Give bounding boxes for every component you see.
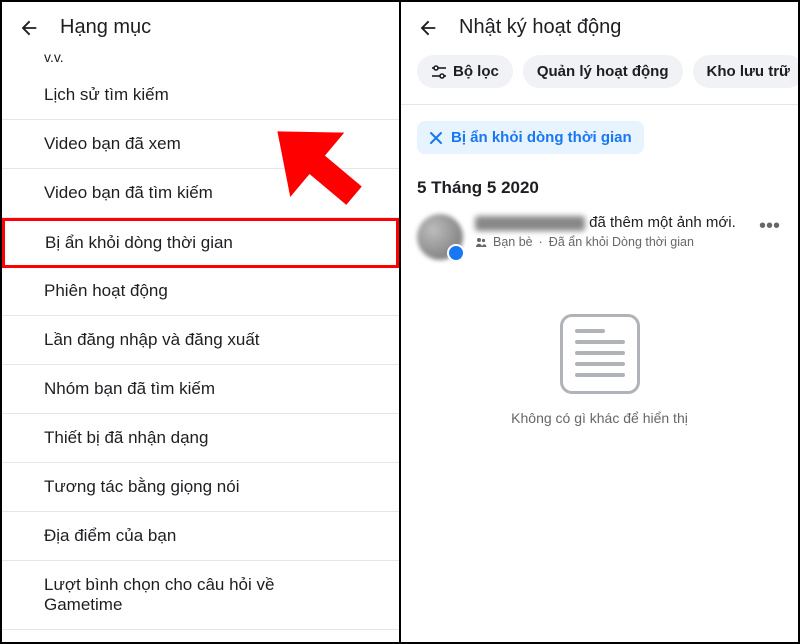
category-item[interactable]: Nhóm bạn đã tìm kiếm [2, 365, 399, 414]
ellipsis-prelude: v.v. [2, 49, 399, 71]
category-item[interactable]: Video bạn đã tìm kiếm [2, 169, 399, 218]
page-title-left: Hạng mục [60, 16, 151, 39]
more-options-button[interactable]: ••• [757, 214, 782, 238]
close-icon [429, 131, 443, 145]
activity-log-panel: Nhật ký hoạt động Bộ lọc Quản lý hoạt độ… [401, 2, 798, 642]
applied-filter-label: Bị ẩn khỏi dòng thời gian [451, 129, 632, 146]
category-item[interactable]: Thiết bị đã nhận dạng [2, 414, 399, 463]
category-list: Lịch sử tìm kiếmVideo bạn đã xemVideo bạ… [2, 71, 399, 630]
filter-chips-row: Bộ lọc Quản lý hoạt động Kho lưu trữ [401, 49, 798, 104]
category-item[interactable]: Lịch sử tìm kiếm [2, 71, 399, 120]
page-title-right: Nhật ký hoạt động [459, 16, 621, 39]
category-item[interactable]: Video bạn đã xem [2, 120, 399, 169]
empty-text: Không có gì khác để hiển thị [511, 410, 688, 426]
redacted-name [475, 216, 585, 231]
applied-filter-pill[interactable]: Bị ẩn khỏi dòng thời gian [417, 121, 644, 154]
empty-state: Không có gì khác để hiển thị [401, 314, 798, 426]
category-item[interactable]: Phiên hoạt động [2, 267, 399, 316]
manage-activity-chip[interactable]: Quản lý hoạt động [523, 55, 683, 88]
activity-entry[interactable]: đã thêm một ảnh mới. Bạn bè · Đã ẩn khỏi… [401, 208, 798, 274]
category-item[interactable]: Địa điểm của bạn [2, 512, 399, 561]
filter-chip[interactable]: Bộ lọc [417, 55, 513, 88]
document-icon [560, 314, 640, 394]
date-heading: 5 Tháng 5 2020 [401, 170, 798, 208]
friends-icon [475, 236, 487, 248]
categories-panel: Hạng mục v.v. Lịch sử tìm kiếmVideo bạn … [2, 2, 401, 642]
archive-chip[interactable]: Kho lưu trữ [693, 55, 798, 88]
category-item[interactable]: Lượt bình chọn cho câu hỏi về Gametime [2, 561, 399, 630]
category-item[interactable]: Bị ẩn khỏi dòng thời gian [2, 218, 399, 268]
activity-subline: Bạn bè · Đã ẩn khỏi Dòng thời gian [475, 235, 745, 249]
audience-label: Bạn bè [493, 235, 533, 249]
back-icon[interactable] [417, 17, 439, 39]
archive-label: Kho lưu trữ [707, 63, 790, 80]
category-item[interactable]: Tương tác bằng giọng nói [2, 463, 399, 512]
category-item[interactable]: Lần đăng nhập và đăng xuất [2, 316, 399, 365]
sliders-icon [431, 64, 447, 80]
filter-chip-label: Bộ lọc [453, 63, 499, 80]
meta-separator: · [539, 235, 543, 249]
manage-activity-label: Quản lý hoạt động [537, 63, 669, 80]
activity-action: đã thêm một ảnh mới. [585, 214, 736, 231]
divider [401, 104, 798, 105]
header-right: Nhật ký hoạt động [401, 2, 798, 49]
back-icon[interactable] [18, 17, 40, 39]
hidden-label: Đã ẩn khỏi Dòng thời gian [549, 235, 694, 249]
header-left: Hạng mục [2, 2, 399, 49]
badge-icon [447, 244, 465, 262]
activity-text: đã thêm một ảnh mới. Bạn bè · Đã ẩn khỏi… [475, 214, 745, 249]
